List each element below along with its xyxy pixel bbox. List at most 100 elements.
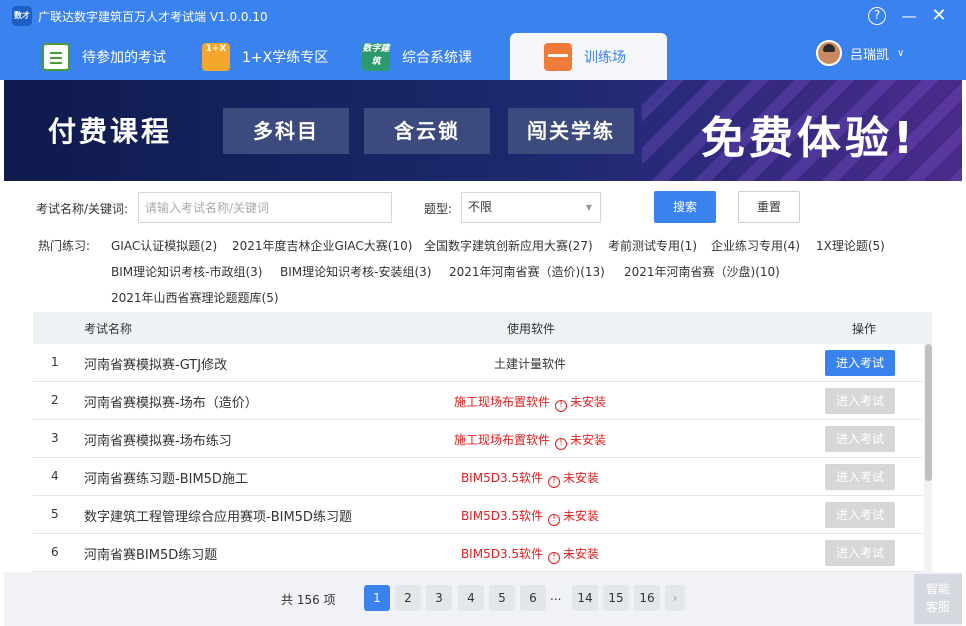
enter-exam-button[interactable]: 进入考试 [825, 426, 895, 452]
install-status: 未安装 [563, 471, 600, 485]
install-status: 未安装 [570, 433, 607, 447]
page-button[interactable]: 6 [520, 585, 546, 611]
next-page-button[interactable]: › [665, 585, 685, 611]
promo-banner[interactable]: 付费课程 多科目 含云锁 闯关学练 免费体验! [4, 80, 962, 181]
page-button[interactable]: 15 [603, 585, 629, 611]
hot-tag[interactable]: 考前测试专用(1) [608, 237, 697, 254]
calculator-icon: 1+X [202, 42, 230, 71]
hot-tag[interactable]: 2021年度吉林企业GIAC大赛(10) [232, 237, 412, 254]
warning-icon: ! [555, 400, 567, 412]
digital-building-icon: 数字建筑 [362, 42, 390, 71]
exam-name: 河南省赛BIM5D练习题 [84, 548, 218, 563]
row-number: 3 [51, 431, 59, 445]
type-select-value: 不限 [468, 200, 493, 214]
hot-tag[interactable]: 2021年山西省赛理论题题库(5) [111, 289, 279, 306]
software-label: 施工现场布置软件 [453, 395, 550, 409]
tab-label: 待参加的考试 [82, 49, 166, 66]
close-button[interactable]: ✕ [928, 5, 950, 27]
table-row: 3 河南省赛模拟赛-场布练习 施工现场布置软件! 未安装 进入考试 [33, 420, 923, 458]
minimize-button[interactable]: — [898, 5, 920, 27]
row-number: 1 [51, 355, 59, 369]
install-status: 未安装 [563, 509, 600, 523]
type-label: 题型: [424, 202, 453, 216]
hot-tag[interactable]: 1X理论题(5) [816, 237, 885, 254]
software-label: BIM5D3.5软件 [460, 547, 544, 561]
banner-cta: 免费体验! [701, 113, 918, 164]
table-row: 6 河南省赛BIM5D练习题 BIM5D3.5软件! 未安装 进入考试 [33, 534, 923, 572]
software-name: BIM5D3.5软件! 未安装 [387, 469, 673, 488]
enter-exam-button[interactable]: 进入考试 [825, 350, 895, 376]
software-label: 土建计量软件 [493, 357, 566, 371]
table-row: 2 河南省赛模拟赛-场布（造价） 施工现场布置软件! 未安装 进入考试 [33, 382, 923, 420]
avatar [816, 40, 842, 66]
row-number: 6 [51, 545, 59, 559]
help-icon[interactable]: ? [868, 7, 886, 25]
window-title: 广联达数字建筑百万人才考试端 V1.0.0.10 [38, 10, 268, 24]
hot-tag[interactable]: GIAC认证模拟题(2) [111, 237, 217, 254]
page-button[interactable]: 4 [458, 585, 484, 611]
user-menu[interactable]: 吕瑞凯 ∨ [816, 40, 904, 66]
page-button[interactable]: 1 [364, 585, 390, 611]
search-button[interactable]: 搜索 [654, 191, 716, 223]
table-row: 4 河南省赛练习题-BIM5D施工 BIM5D3.5软件! 未安装 进入考试 [33, 458, 923, 496]
hot-tag[interactable]: 全国数字建筑创新应用大赛(27) [424, 237, 593, 254]
page-button[interactable]: 14 [572, 585, 598, 611]
keyword-label: 考试名称/关键词: [36, 202, 129, 216]
type-select[interactable]: 不限 ▼ [461, 192, 601, 223]
banner-chip: 含云锁 [364, 108, 490, 154]
hot-tag[interactable]: 企业练习专用(4) [711, 237, 800, 254]
software-label: BIM5D3.5软件 [460, 509, 544, 523]
row-number: 5 [51, 507, 59, 521]
software-name: 土建计量软件 [387, 355, 673, 372]
tab-1x-practice[interactable]: 1+X 1+X学练专区 [202, 33, 328, 80]
warning-icon: ! [548, 552, 561, 564]
tab-pending-exams[interactable]: 待参加的考试 [42, 33, 166, 80]
table-row: 1 河南省赛模拟赛-GTJ修改 土建计量软件 进入考试 [33, 344, 923, 382]
enter-exam-button[interactable]: 进入考试 [825, 464, 895, 490]
header-name: 考试名称 [84, 322, 133, 336]
exam-name: 数字建筑工程管理综合应用赛项-BIM5D练习题 [84, 510, 352, 525]
install-status: 未安装 [563, 547, 600, 561]
exam-name: 河南省赛模拟赛-场布（造价） [84, 396, 258, 411]
banner-chip: 多科目 [223, 108, 349, 154]
exam-name: 河南省赛模拟赛-GTJ修改 [84, 358, 228, 373]
hot-tag[interactable]: 2021年河南省赛（造价)(13) [449, 263, 605, 280]
hot-practice-label: 热门练习: [38, 239, 91, 253]
software-label: BIM5D3.5软件 [460, 471, 544, 485]
header-software: 使用软件 [507, 322, 556, 336]
smart-support-button[interactable]: 智能 客服 [914, 574, 962, 624]
tab-training-ground[interactable]: 训练场 [510, 33, 667, 80]
software-name: BIM5D3.5软件! 未安装 [387, 507, 673, 526]
warning-icon: ! [555, 438, 567, 450]
support-label-line2: 客服 [925, 600, 950, 614]
clipboard-icon [42, 42, 70, 71]
software-name: 施工现场布置软件! 未安装 [387, 431, 673, 450]
title-bar: 数才 广联达数字建筑百万人才考试端 V1.0.0.10 ? — ✕ [0, 0, 966, 32]
hot-tag[interactable]: 2021年河南省赛（沙盘)(10) [624, 263, 780, 280]
software-name: 施工现场布置软件! 未安装 [387, 393, 673, 412]
hot-tag[interactable]: BIM理论知识考核-市政组(3) [111, 263, 262, 280]
top-bar: 数才 广联达数字建筑百万人才考试端 V1.0.0.10 ? — ✕ 待参加的考试… [0, 0, 966, 80]
page-button[interactable]: 2 [395, 585, 421, 611]
exam-name: 河南省赛练习题-BIM5D施工 [84, 472, 248, 487]
hot-tag[interactable]: BIM理论知识考核-安装组(3) [280, 263, 431, 280]
header-action: 操作 [852, 322, 877, 336]
page-button[interactable]: 16 [634, 585, 660, 611]
warning-icon: ! [548, 476, 561, 488]
reset-button[interactable]: 重置 [738, 191, 800, 223]
total-count: 共 156 项 [281, 593, 336, 607]
warning-icon: ! [548, 514, 561, 526]
tab-label: 综合系统课 [402, 49, 472, 66]
keyword-input[interactable] [138, 192, 392, 223]
software-name: BIM5D3.5软件! 未安装 [387, 545, 673, 564]
page-button[interactable]: 5 [489, 585, 515, 611]
page-button[interactable]: 3 [426, 585, 452, 611]
enter-exam-button[interactable]: 进入考试 [825, 388, 895, 414]
banner-title: 付费课程 [48, 115, 173, 148]
scrollbar-thumb[interactable] [925, 344, 932, 481]
enter-exam-button[interactable]: 进入考试 [825, 540, 895, 566]
table-row: 5 数字建筑工程管理综合应用赛项-BIM5D练习题 BIM5D3.5软件! 未安装… [33, 496, 923, 534]
enter-exam-button[interactable]: 进入考试 [825, 502, 895, 528]
page-ellipsis: ... [550, 589, 562, 603]
tab-system-course[interactable]: 数字建筑 综合系统课 [362, 33, 472, 80]
